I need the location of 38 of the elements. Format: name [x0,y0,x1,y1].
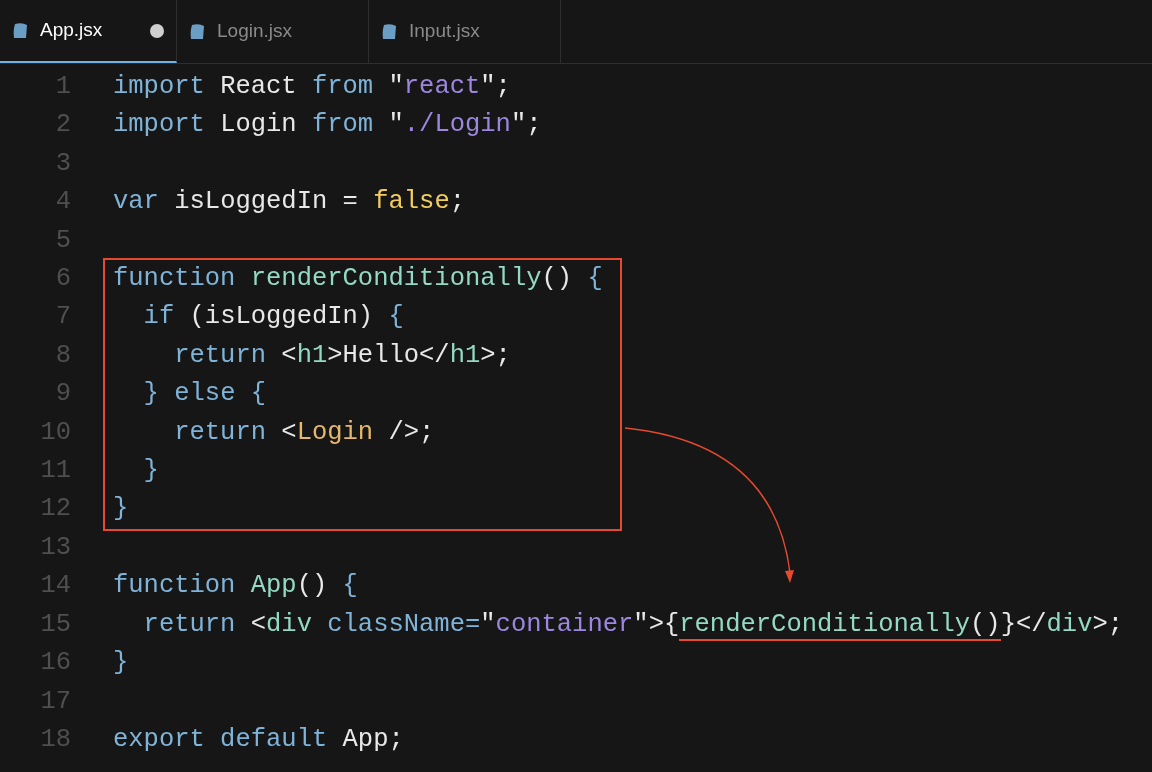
line-number: 8 [55,339,71,372]
line-number: 12 [40,493,71,526]
code-line: export default App; [113,724,404,754]
line-number: 13 [40,531,71,564]
code-line: return <Login />; [173,417,435,447]
line-number: 16 [40,647,71,680]
code-line: } [113,648,129,678]
line-number: 17 [40,685,71,718]
code-line: } else { [142,379,267,409]
file-icon [381,22,397,41]
code-line: } [142,456,159,485]
line-number: 14 [40,570,71,603]
line-number: 1 [55,71,71,103]
code-line: function App() { [113,571,358,601]
line-number: 15 [40,608,71,641]
code-line: var isLoggedIn = false; [113,187,465,217]
file-tab[interactable]: Input.jsx [369,0,561,63]
line-number: 4 [55,186,71,219]
line-number: 9 [55,378,71,411]
code-line: function renderConditionally() { [113,264,603,294]
line-number: 3 [55,147,71,180]
line-number: 7 [55,301,71,334]
file-tab[interactable]: Login.jsx [177,0,369,63]
code-line: return <div className="container">{renderConditionally()}</div>; [142,609,1124,641]
file-icon [189,22,205,41]
line-number: 11 [40,455,71,488]
line-number: 18 [40,723,71,756]
code-line: } [113,494,129,524]
code-line: import Login from "./Login"; [113,110,542,140]
line-number: 5 [55,224,71,257]
code-line: import React from "react"; [113,72,511,101]
line-number: 10 [40,416,71,449]
code-line: return <h1>Hello</h1>; [173,340,511,370]
line-number: 6 [55,263,71,296]
file-tab[interactable]: App.jsx [0,0,177,63]
file-icon [12,21,28,40]
code-line: if (isLoggedIn) { [142,302,404,332]
line-number: 2 [55,109,71,142]
